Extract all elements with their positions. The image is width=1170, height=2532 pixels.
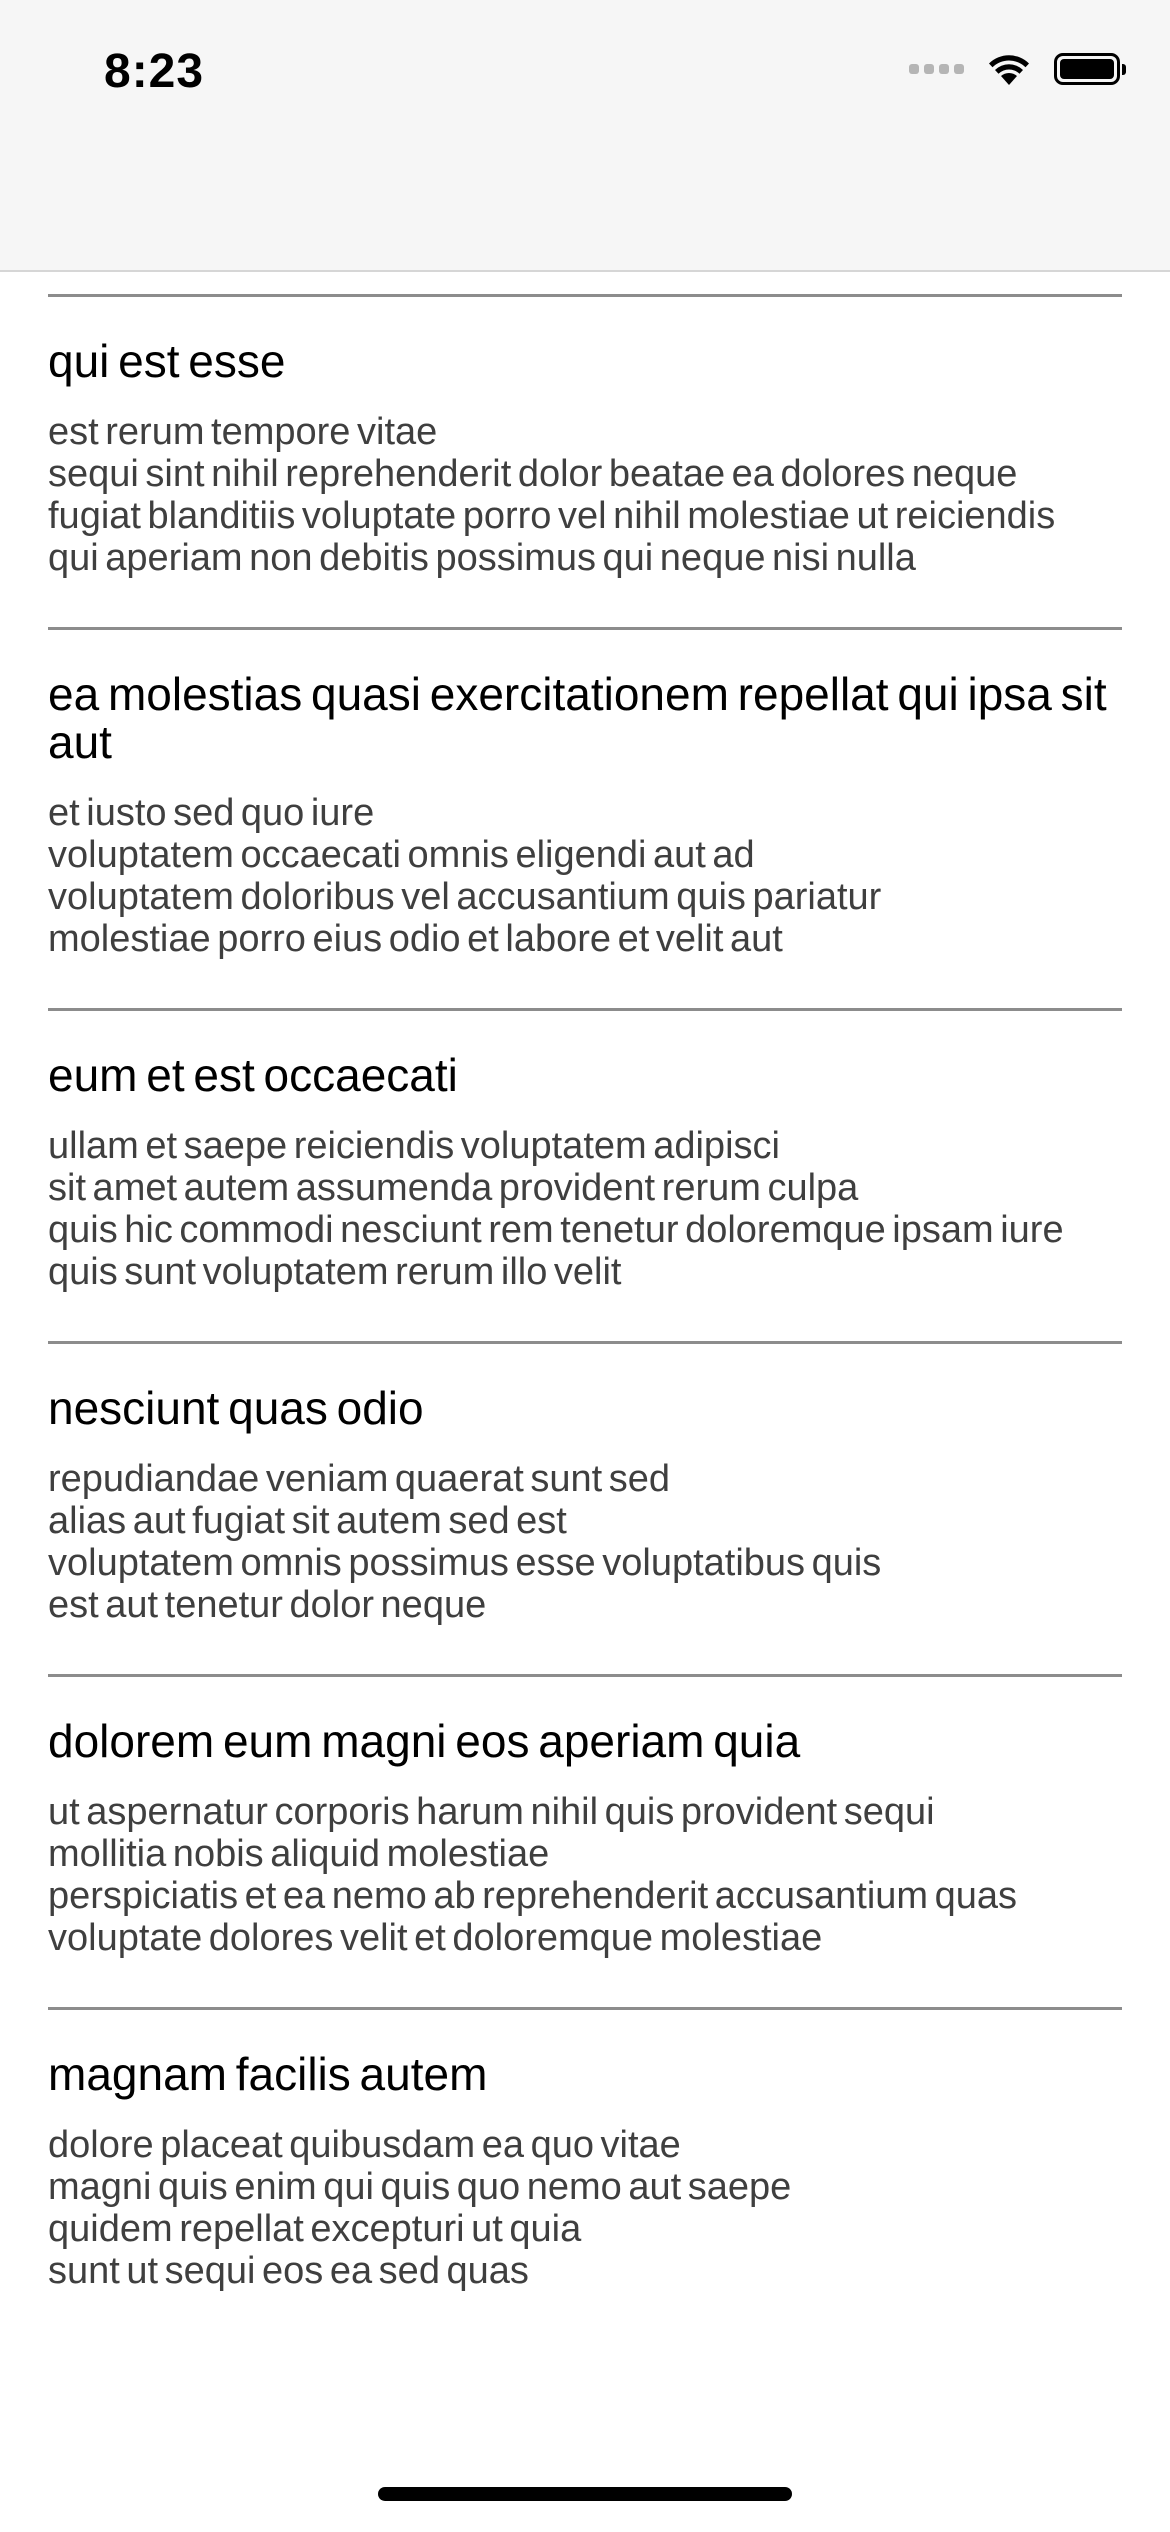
battery-full-icon <box>1054 53 1126 85</box>
post-body: dolore placeat quibusdam ea quo vitae ma… <box>48 2124 792 2292</box>
post-body: est rerum tempore vitae sequi sint nihil… <box>48 411 1056 579</box>
post-title: eum et est occaecati <box>48 1049 458 1101</box>
list-item[interactable]: ea molestias quasi exercitationem repell… <box>48 627 1122 1008</box>
status-icons <box>909 52 1126 86</box>
post-title: ea molestias quasi exercitationem repell… <box>48 668 1107 768</box>
post-title: magnam facilis autem <box>48 2048 488 2100</box>
list-item[interactable]: eum et est occaecati ullam et saepe reici… <box>48 1008 1122 1341</box>
list-item[interactable]: qui est esse est rerum tempore vitae sequ… <box>48 294 1122 627</box>
post-body: repudiandae veniam quaerat sunt sed alia… <box>48 1458 882 1626</box>
cellular-signal-icon <box>909 64 964 74</box>
list-item[interactable]: dolorem eum magni eos aperiam quia ut asp… <box>48 1674 1122 2007</box>
post-body: et iusto sed quo iure voluptatem occaeca… <box>48 792 882 960</box>
wifi-icon <box>989 55 1029 85</box>
post-title: qui est esse <box>48 335 286 387</box>
post-title: dolorem eum magni eos aperiam quia <box>48 1715 801 1767</box>
status-time: 8:23 <box>104 45 205 98</box>
list-item[interactable]: magnam facilis autem dolore placeat quibu… <box>48 2007 1122 2340</box>
home-indicator[interactable] <box>378 2487 792 2501</box>
post-title: nesciunt quas odio <box>48 1382 424 1434</box>
post-body: ut aspernatur corporis harum nihil quis … <box>48 1791 1018 1959</box>
post-list[interactable]: qui est esse est rerum tempore vitae sequ… <box>48 294 1122 2428</box>
status-bar: 8:23 <box>0 0 1170 272</box>
list-item[interactable]: nesciunt quas odio repudiandae veniam qua… <box>48 1341 1122 1674</box>
post-body: ullam et saepe reiciendis voluptatem adi… <box>48 1125 1064 1293</box>
